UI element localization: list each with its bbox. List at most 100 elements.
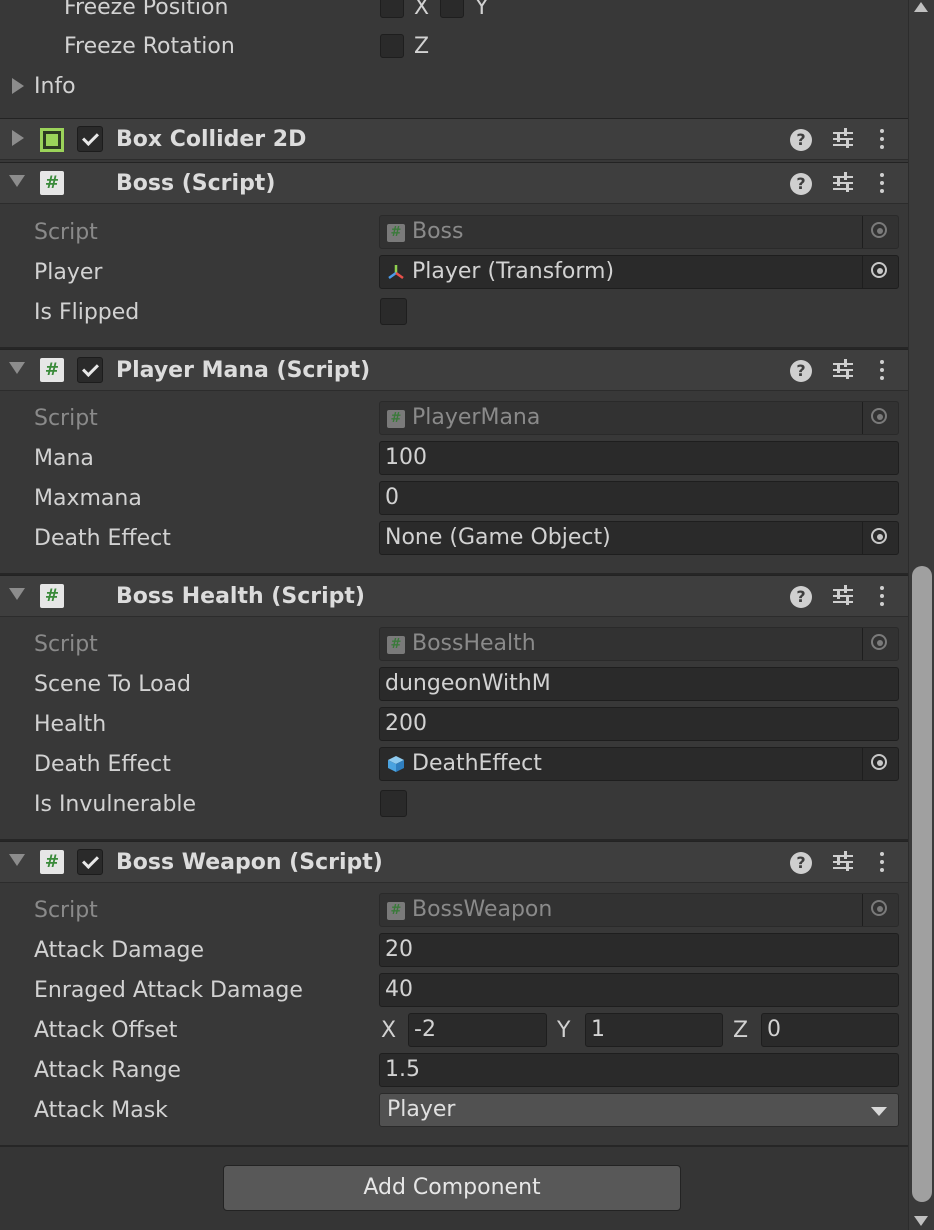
presets-icon[interactable]: [831, 358, 855, 382]
offset-z-label[interactable]: Z: [733, 1018, 748, 1044]
help-icon[interactable]: ?: [790, 586, 812, 608]
add-component-button[interactable]: Add Component: [223, 1165, 681, 1211]
player-mana-script-label: Script: [34, 406, 98, 431]
player-mana-enabled-checkbox[interactable]: [77, 357, 103, 383]
boss-health-foldout-icon[interactable]: [9, 588, 25, 600]
boss-weapon-foldout-icon[interactable]: [9, 854, 25, 866]
object-picker-icon[interactable]: [862, 256, 898, 288]
boss-script-title: Boss (Script): [116, 171, 276, 196]
box-collider-enabled-checkbox[interactable]: [77, 126, 103, 152]
object-picker-icon: [862, 402, 898, 434]
object-picker-icon: [862, 628, 898, 660]
help-icon[interactable]: ?: [790, 173, 812, 195]
info-foldout-label[interactable]: Info: [34, 74, 76, 100]
attack-range-label: Attack Range: [34, 1058, 181, 1083]
script-hash-icon: #: [40, 171, 64, 195]
boss-health-script-label: Script: [34, 632, 98, 657]
health-death-effect-value: DeathEffect: [412, 751, 542, 776]
freeze-position-x-label: X: [414, 0, 430, 20]
health-death-effect-label: Death Effect: [34, 752, 171, 777]
more-menu-icon[interactable]: [870, 358, 894, 382]
box-collider-icon: [40, 128, 64, 152]
help-icon[interactable]: ?: [790, 129, 812, 151]
boss-script-label: Script: [34, 220, 98, 245]
help-icon[interactable]: ?: [790, 360, 812, 382]
presets-icon[interactable]: [831, 584, 855, 608]
player-mana-foldout-icon[interactable]: [9, 362, 25, 374]
offset-x-label[interactable]: X: [381, 1018, 396, 1044]
boss-weapon-enabled-checkbox[interactable]: [77, 849, 103, 875]
offset-z-input[interactable]: 0: [761, 1013, 899, 1047]
script-hash-icon: #: [40, 850, 64, 874]
is-invulnerable-checkbox[interactable]: [380, 790, 407, 817]
mana-death-effect-label: Death Effect: [34, 526, 171, 551]
box-collider-header[interactable]: Box Collider 2D ?: [0, 118, 908, 160]
presets-icon[interactable]: [831, 171, 855, 195]
boss-health-script-value: BossHealth: [412, 631, 536, 656]
boss-health-title: Boss Health (Script): [116, 584, 365, 609]
scroll-down-icon[interactable]: [914, 1216, 928, 1226]
mana-input[interactable]: 100: [379, 441, 899, 475]
box-collider-title: Box Collider 2D: [116, 127, 307, 152]
is-flipped-label: Is Flipped: [34, 300, 140, 325]
boss-weapon-script-label: Script: [34, 898, 98, 923]
script-hash-icon: #: [40, 584, 64, 608]
boss-health-script-field: # BossHealth: [379, 627, 899, 661]
offset-x-input[interactable]: -2: [408, 1013, 547, 1047]
enraged-attack-damage-input[interactable]: 40: [379, 973, 899, 1007]
boss-script-value: Boss: [412, 219, 464, 244]
script-hash-icon: #: [40, 358, 64, 382]
attack-mask-label: Attack Mask: [34, 1098, 168, 1123]
attack-damage-input[interactable]: 20: [379, 933, 899, 967]
scroll-up-icon[interactable]: [914, 2, 928, 12]
presets-icon[interactable]: [831, 850, 855, 874]
freeze-position-x-checkbox[interactable]: [380, 0, 404, 18]
enraged-attack-damage-label: Enraged Attack Damage: [34, 978, 303, 1003]
mana-death-effect-field[interactable]: None (Game Object): [379, 521, 899, 555]
object-picker-icon[interactable]: [862, 522, 898, 554]
attack-damage-label: Attack Damage: [34, 938, 205, 963]
more-menu-icon[interactable]: [870, 850, 894, 874]
scrollbar-thumb[interactable]: [912, 566, 932, 1202]
is-flipped-checkbox[interactable]: [380, 298, 407, 325]
object-picker-icon[interactable]: [862, 748, 898, 780]
attack-range-input[interactable]: 1.5: [379, 1053, 899, 1087]
freeze-rotation-z-checkbox[interactable]: [380, 34, 404, 58]
attack-mask-dropdown[interactable]: Player: [379, 1093, 899, 1127]
script-file-icon: #: [387, 636, 405, 654]
more-menu-icon[interactable]: [870, 127, 894, 151]
boss-health-header[interactable]: # Boss Health (Script) ?: [0, 575, 908, 617]
boss-script-header[interactable]: # Boss (Script) ?: [0, 162, 908, 204]
boss-script-field: # Boss: [379, 215, 899, 249]
maxmana-input[interactable]: 0: [379, 481, 899, 515]
info-foldout-icon[interactable]: [12, 78, 24, 94]
box-collider-foldout-icon[interactable]: [12, 130, 24, 146]
freeze-position-label: Freeze Position: [64, 0, 229, 20]
presets-icon[interactable]: [831, 127, 855, 151]
boss-weapon-script-field: # BossWeapon: [379, 893, 899, 927]
object-picker-icon: [862, 894, 898, 926]
player-mana-title: Player Mana (Script): [116, 358, 371, 383]
transform-icon: [388, 265, 404, 280]
health-death-effect-field[interactable]: DeathEffect: [379, 747, 899, 781]
prefab-cube-icon: [388, 756, 404, 772]
mana-label: Mana: [34, 446, 94, 471]
freeze-position-y-checkbox[interactable]: [440, 0, 464, 18]
boss-weapon-header[interactable]: # Boss Weapon (Script) ?: [0, 841, 908, 883]
player-mana-header[interactable]: # Player Mana (Script) ?: [0, 349, 908, 391]
maxmana-label: Maxmana: [34, 486, 142, 511]
scene-to-load-input[interactable]: dungeonWithM: [379, 667, 899, 701]
more-menu-icon[interactable]: [870, 584, 894, 608]
attack-mask-value: Player: [387, 1097, 456, 1122]
more-menu-icon[interactable]: [870, 171, 894, 195]
help-icon[interactable]: ?: [790, 852, 812, 874]
boss-script-foldout-icon[interactable]: [9, 175, 25, 187]
freeze-rotation-label: Freeze Rotation: [64, 34, 235, 59]
health-input[interactable]: 200: [379, 707, 899, 741]
player-field[interactable]: Player (Transform): [379, 255, 899, 289]
offset-y-label[interactable]: Y: [557, 1018, 570, 1044]
health-label: Health: [34, 712, 107, 737]
mana-death-effect-value: None (Game Object): [385, 525, 611, 550]
boss-weapon-title: Boss Weapon (Script): [116, 850, 383, 875]
offset-y-input[interactable]: 1: [585, 1013, 723, 1047]
